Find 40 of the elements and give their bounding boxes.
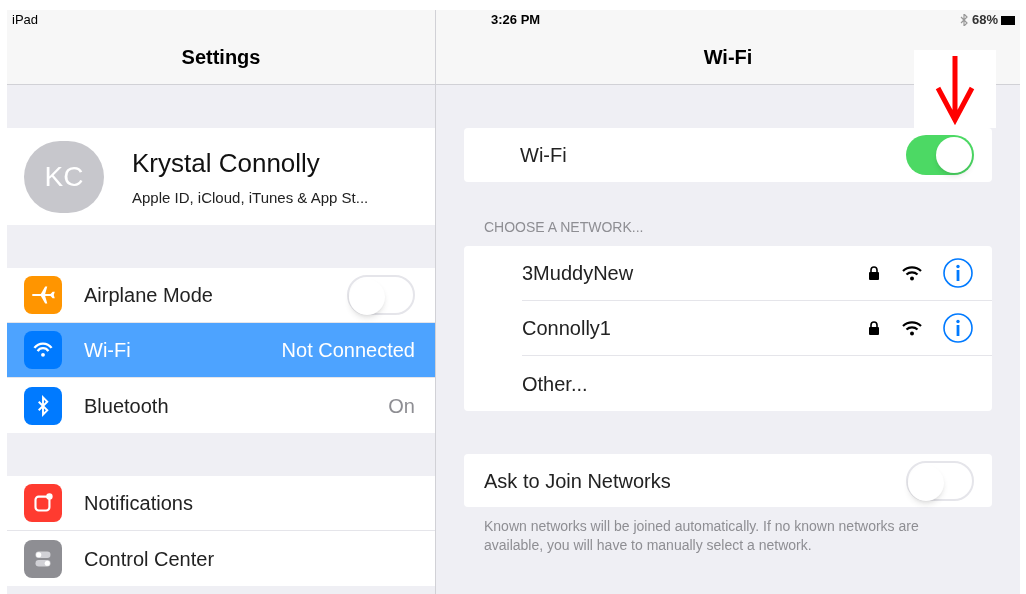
network-name: Connolly1 [522,316,612,341]
airplane-icon [24,276,62,314]
row-label: Notifications [84,491,194,516]
sidebar-title: Settings [181,45,261,70]
section-header: CHOOSE A NETWORK... [483,218,645,237]
battery-icon [1001,15,1015,25]
wifi-signal-icon [902,320,922,336]
network-name: Other... [522,371,589,397]
network-row[interactable]: Other... [522,356,992,411]
row-label: Bluetooth [84,393,170,419]
footer-note: Known networks will be joined automatically. If no known networks are available, you will have to manually select a network. [484,517,920,555]
profile-subtitle: Apple ID, iCloud, iTunes & App St... [132,187,369,208]
avatar: KC [24,140,104,213]
wifi-signal-icon [902,265,922,281]
toggle-switch[interactable] [906,135,974,175]
status-time: 3:26 PM [491,11,541,30]
row-label: Airplane Mode [84,283,214,308]
toggle-switch[interactable] [347,275,415,315]
row-value: Not Connected [281,338,415,363]
row-label: Ask to Join Networks [484,468,672,494]
bluetooth-icon [24,386,62,425]
switches-icon [24,539,62,578]
device-name: iPad [12,11,40,29]
notifications-icon [24,484,62,522]
row-label: Wi-Fi [520,143,568,168]
row-label: Control Center [84,546,216,572]
bluetooth-icon [959,14,968,26]
info-icon[interactable] [942,312,974,344]
page-title: Wi-Fi [703,45,753,70]
row-value: On [388,393,415,419]
network-row[interactable]: Connolly1 [522,301,992,356]
profile-row[interactable]: KC Krystal Connolly Apple ID, iCloud, iTunes & App St... [7,128,435,225]
toggle-switch[interactable] [906,460,974,501]
wifi-icon [24,331,62,369]
profile-name: Krystal Connolly [132,146,321,180]
network-row[interactable]: 3MuddyNew [522,246,992,301]
info-icon[interactable] [942,257,974,289]
network-name: 3MuddyNew [522,261,635,286]
row-label: Wi-Fi [84,338,132,363]
battery-percent: 68% [971,11,998,30]
